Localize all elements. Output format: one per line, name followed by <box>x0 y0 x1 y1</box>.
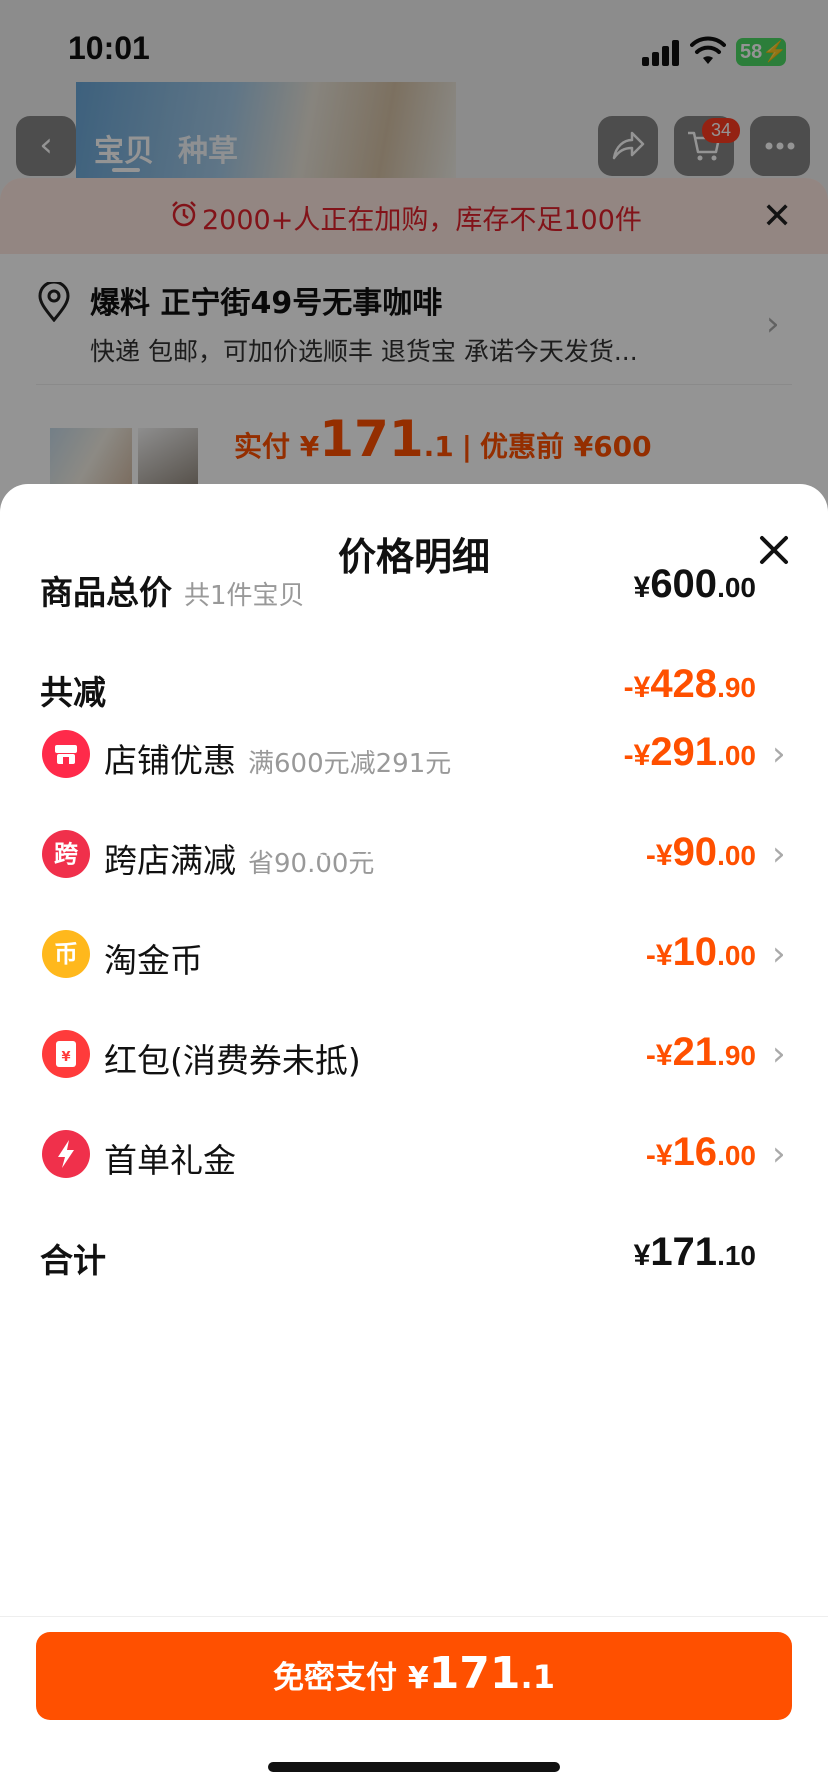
row-first-order-gift[interactable]: 首单礼金 -¥16.00 › <box>0 1124 828 1184</box>
goods-count: 共1件宝贝 <box>184 581 305 611</box>
cross-store-label: 跨店满减 <box>104 841 236 880</box>
row-red-packet[interactable]: ¥ 红包(消费券未抵) -¥21.90 › <box>0 1024 828 1084</box>
amount-int: 16 <box>672 1130 718 1174</box>
amount-symbol: -¥ <box>645 1039 673 1072</box>
goods-total-amount: ¥600.00 <box>634 562 756 607</box>
amount-symbol: ¥ <box>633 571 651 604</box>
shop-discount-rule: 满600元减291元 <box>248 749 452 779</box>
lightning-icon <box>42 1130 90 1178</box>
chevron-right-icon[interactable]: › <box>772 734 786 774</box>
row-label: 商品总价 共1件宝贝 <box>40 566 305 614</box>
row-goods-total: 商品总价 共1件宝贝 ¥600.00 <box>0 556 828 616</box>
amount-int: 171 <box>650 1230 718 1274</box>
amount-symbol: -¥ <box>623 671 651 704</box>
grand-total-amount: ¥171.10 <box>634 1230 756 1275</box>
watermark: tb0s4ge01 <box>314 834 452 862</box>
amount-dec: .90 <box>717 672 756 703</box>
amount-dec: .00 <box>717 840 756 871</box>
amount-int: 21 <box>672 1030 718 1074</box>
row-total-discount: 共减 -¥428.90 <box>0 656 828 716</box>
amount-int: 428 <box>650 662 718 706</box>
home-indicator[interactable] <box>268 1762 560 1772</box>
row-grand-total: 合计 ¥171.10 <box>0 1224 828 1284</box>
grand-total-label: 合计 <box>40 1241 106 1280</box>
goods-total-label: 商品总价 <box>40 573 172 612</box>
amount-int: 90 <box>672 830 718 874</box>
amount-int: 600 <box>650 562 718 606</box>
footer-divider <box>0 1616 828 1617</box>
price-detail-sheet: 价格明细 商品总价 共1件宝贝 ¥600.00 共减 -¥428.90 店铺优惠满… <box>0 484 828 1792</box>
row-taojinbi[interactable]: 币 淘金币 -¥10.00 › <box>0 924 828 984</box>
chevron-right-icon[interactable]: › <box>772 1034 786 1074</box>
row-label: 店铺优惠 满600元减291元 <box>104 734 451 782</box>
pay-dec: .1 <box>520 1658 555 1696</box>
pay-symbol: ¥ <box>407 1661 429 1696</box>
pay-int: 171 <box>428 1648 521 1699</box>
cross-store-amount: -¥90.00 <box>646 830 756 875</box>
total-discount-label: 共减 <box>40 673 106 712</box>
chevron-right-icon[interactable]: › <box>772 1134 786 1174</box>
amount-int: 291 <box>650 730 718 774</box>
taojinbi-amount: -¥10.00 <box>646 930 756 975</box>
total-discount-amount: -¥428.90 <box>624 662 756 707</box>
amount-symbol: ¥ <box>633 1239 651 1272</box>
amount-symbol: -¥ <box>645 1139 673 1172</box>
coin-icon: 币 <box>42 930 90 978</box>
cross-store-icon: 跨 <box>42 830 90 878</box>
first-order-gift-label: 首单礼金 <box>104 1141 236 1180</box>
amount-dec: .90 <box>717 1040 756 1071</box>
pay-button-content: 免密支付 ¥171.1 <box>273 1648 555 1699</box>
row-shop-discount[interactable]: 店铺优惠 满600元减291元 -¥291.00 › <box>0 724 828 784</box>
red-packet-label: 红包(消费券未抵) <box>104 1041 361 1080</box>
red-packet-glyph: ¥ <box>61 1050 70 1065</box>
amount-symbol: -¥ <box>623 739 651 772</box>
shop-discount-amount: -¥291.00 <box>624 730 756 775</box>
amount-dec: .00 <box>717 940 756 971</box>
pay-label: 免密支付 <box>273 1660 408 1696</box>
taojinbi-label: 淘金币 <box>104 941 203 980</box>
shop-icon <box>42 730 90 778</box>
amount-symbol: -¥ <box>645 939 673 972</box>
chevron-right-icon[interactable]: › <box>772 934 786 974</box>
pay-button[interactable]: 免密支付 ¥171.1 <box>36 1632 792 1720</box>
amount-dec: .10 <box>717 1240 756 1271</box>
amount-dec: .00 <box>717 740 756 771</box>
red-packet-amount: -¥21.90 <box>646 1030 756 1075</box>
amount-dec: .00 <box>717 572 756 603</box>
shop-discount-label: 店铺优惠 <box>104 741 236 780</box>
amount-dec: .00 <box>717 1140 756 1171</box>
amount-int: 10 <box>672 930 718 974</box>
amount-symbol: -¥ <box>645 839 673 872</box>
red-packet-icon: ¥ <box>42 1030 90 1078</box>
chevron-right-icon[interactable]: › <box>772 834 786 874</box>
first-order-gift-amount: -¥16.00 <box>646 1130 756 1175</box>
